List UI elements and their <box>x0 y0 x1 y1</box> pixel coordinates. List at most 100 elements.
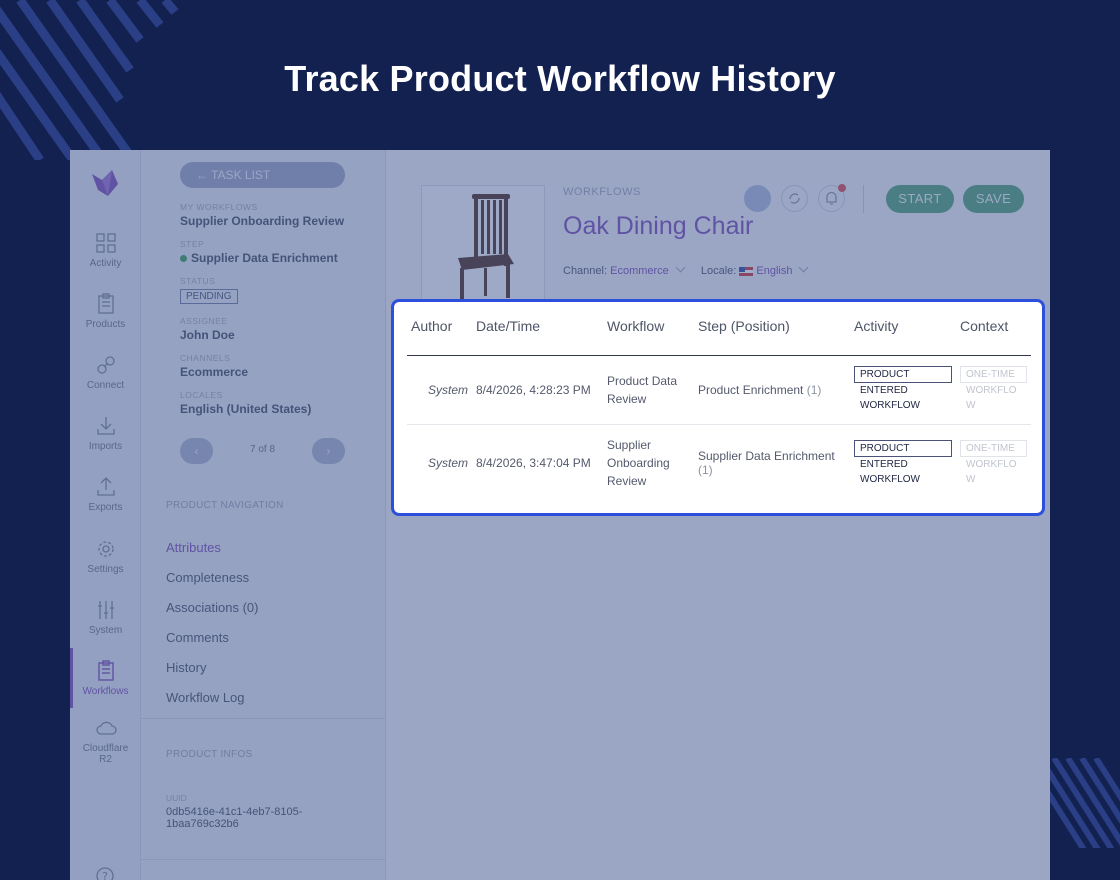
rail-label: Activity <box>89 258 122 269</box>
activity-tag: PRODUCT <box>854 366 952 383</box>
column-header-workflow[interactable]: Workflow <box>603 318 694 356</box>
notification-dot <box>838 184 846 192</box>
table-row[interactable]: System 8/4/2026, 3:47:04 PM Supplier Onb… <box>407 424 1031 502</box>
product-thumbnail[interactable] <box>421 185 545 303</box>
step-cell: Supplier Data Enrichment (1) <box>694 424 850 502</box>
avatar-icon[interactable] <box>744 185 771 212</box>
breadcrumb[interactable]: WORKFLOWS <box>563 186 641 198</box>
field-label: ASSIGNEE <box>180 316 228 326</box>
uuid-value: 0db5416e-41c1-4eb7-8105-1baa769c32b6 <box>166 806 303 830</box>
page-headline: Track Product Workflow History <box>284 58 836 99</box>
link-icon <box>96 356 115 374</box>
nav-item-comments[interactable]: Comments <box>166 628 258 658</box>
help-icon[interactable]: ? <box>95 866 115 880</box>
field-label: MY WORKFLOWS <box>180 202 258 212</box>
workflow-history-card: Author Date/Time Workflow Step (Position… <box>391 299 1045 516</box>
assignee-field: ASSIGNEE John Doe <box>180 316 380 342</box>
channel-locale-row: Channel: Ecommerce Locale: English <box>563 262 821 277</box>
rail-item-settings[interactable]: Settings <box>70 538 141 575</box>
nav-item-completeness[interactable]: Completeness <box>166 568 258 598</box>
sync-icon[interactable] <box>781 185 808 212</box>
bell-icon[interactable] <box>818 184 846 212</box>
context-cell: ONE-TIME WORKFLO W <box>956 355 1031 425</box>
context-tag: ONE-TIME <box>960 366 1027 383</box>
datetime-cell: 8/4/2026, 3:47:04 PM <box>476 456 591 471</box>
workflow-cell: Product Data Review <box>603 355 694 425</box>
activity-text: ENTERED <box>860 385 908 396</box>
chevron-down-icon <box>675 262 686 273</box>
rail-label: System <box>88 625 123 636</box>
save-button[interactable]: SAVE <box>963 185 1024 213</box>
nav-item-attributes[interactable]: Attributes <box>166 538 258 568</box>
field-label: CHANNELS <box>180 353 231 363</box>
export-icon <box>96 477 115 496</box>
status-badge: PENDING <box>180 289 238 304</box>
activity-cell: PRODUCT ENTERED WORKFLOW <box>850 355 956 425</box>
rail-item-imports[interactable]: Imports <box>70 415 141 452</box>
context-text: WORKFLO <box>966 385 1017 396</box>
channel-select[interactable]: Ecommerce <box>610 265 669 277</box>
rail-item-exports[interactable]: Exports <box>70 476 141 513</box>
nav-item-history[interactable]: History <box>166 658 258 688</box>
field-value: English (United States) <box>180 402 312 416</box>
datetime-cell: 8/4/2026, 4:28:23 PM <box>472 355 603 425</box>
column-header-datetime[interactable]: Date/Time <box>472 318 603 356</box>
sliders-icon <box>97 601 114 619</box>
field-value: Supplier Data Enrichment <box>180 251 380 265</box>
context-text: WORKFLO <box>966 458 1017 470</box>
product-infos-title: PRODUCT INFOS <box>166 749 253 760</box>
grid-icon <box>95 233 116 253</box>
pager-next-button[interactable]: › <box>312 438 345 464</box>
step-name: Product Enrichment <box>698 382 804 397</box>
context-tag: ONE-TIME <box>960 439 1027 457</box>
divider <box>863 185 864 213</box>
task-side-panel: ← TASK LIST MY WORKFLOWS Supplier Onboar… <box>141 150 386 880</box>
step-field: STEP Supplier Data Enrichment <box>180 239 380 265</box>
product-navigation-list: Attributes Completeness Associations (0)… <box>166 538 258 718</box>
import-icon <box>96 417 115 435</box>
author-cell: System <box>427 456 468 471</box>
rail-label: Imports <box>88 441 123 452</box>
product-navigation-title: PRODUCT NAVIGATION <box>166 500 284 511</box>
field-label: STATUS <box>180 276 216 286</box>
rail-label: Settings <box>87 564 124 575</box>
uuid-label: UUID <box>166 793 187 803</box>
column-header-author[interactable]: Author <box>407 318 472 356</box>
task-pager: ‹ 7 of 8 › <box>180 438 345 464</box>
chair-image <box>458 194 514 302</box>
locale-select[interactable]: English <box>756 265 792 277</box>
my-workflows-field: MY WORKFLOWS Supplier Onboarding Review <box>180 202 380 228</box>
rail-item-products[interactable]: Products <box>70 293 141 330</box>
rail-item-connect[interactable]: Connect <box>70 354 141 391</box>
nav-item-workflow-log[interactable]: Workflow Log <box>166 688 258 718</box>
nav-item-associations[interactable]: Associations (0) <box>166 598 258 628</box>
column-header-context[interactable]: Context <box>956 318 1031 356</box>
product-title: Oak Dining Chair <box>563 212 754 240</box>
context-text: W <box>966 400 976 411</box>
column-header-step[interactable]: Step (Position) <box>694 318 850 356</box>
decorative-stripes-bottom-right <box>1040 758 1120 848</box>
rail-item-activity[interactable]: Activity <box>70 232 141 269</box>
step-position: (1) <box>806 382 822 397</box>
activity-text: WORKFLOW <box>860 473 920 485</box>
rail-label: Exports <box>88 502 123 513</box>
clipboard-icon <box>97 293 114 314</box>
workflow-history-table: Author Date/Time Workflow Step (Position… <box>407 318 1031 502</box>
step-value-text: Supplier Data Enrichment <box>191 251 338 265</box>
rail-item-workflows[interactable]: Workflows <box>70 648 141 708</box>
author-cell: System <box>407 355 472 425</box>
gear-icon <box>97 541 114 557</box>
rail-item-cloudflare-r2[interactable]: Cloudflare R2 <box>70 717 141 765</box>
us-flag-icon <box>739 266 754 276</box>
step-name: Supplier Data Enrichment <box>698 449 835 464</box>
table-row[interactable]: System 8/4/2026, 4:28:23 PM Product Data… <box>407 355 1031 425</box>
main-nav-rail: Activity Products Connect Imports Export… <box>70 150 141 880</box>
rail-item-system[interactable]: System <box>70 599 141 636</box>
start-button[interactable]: START <box>886 185 954 213</box>
back-to-task-list-button[interactable]: ← TASK LIST <box>180 162 345 188</box>
column-header-activity[interactable]: Activity <box>850 318 956 356</box>
rail-label: Products <box>85 319 126 330</box>
divider <box>141 859 386 860</box>
locale-label: Locale: <box>700 265 737 277</box>
field-label: LOCALES <box>180 390 223 400</box>
